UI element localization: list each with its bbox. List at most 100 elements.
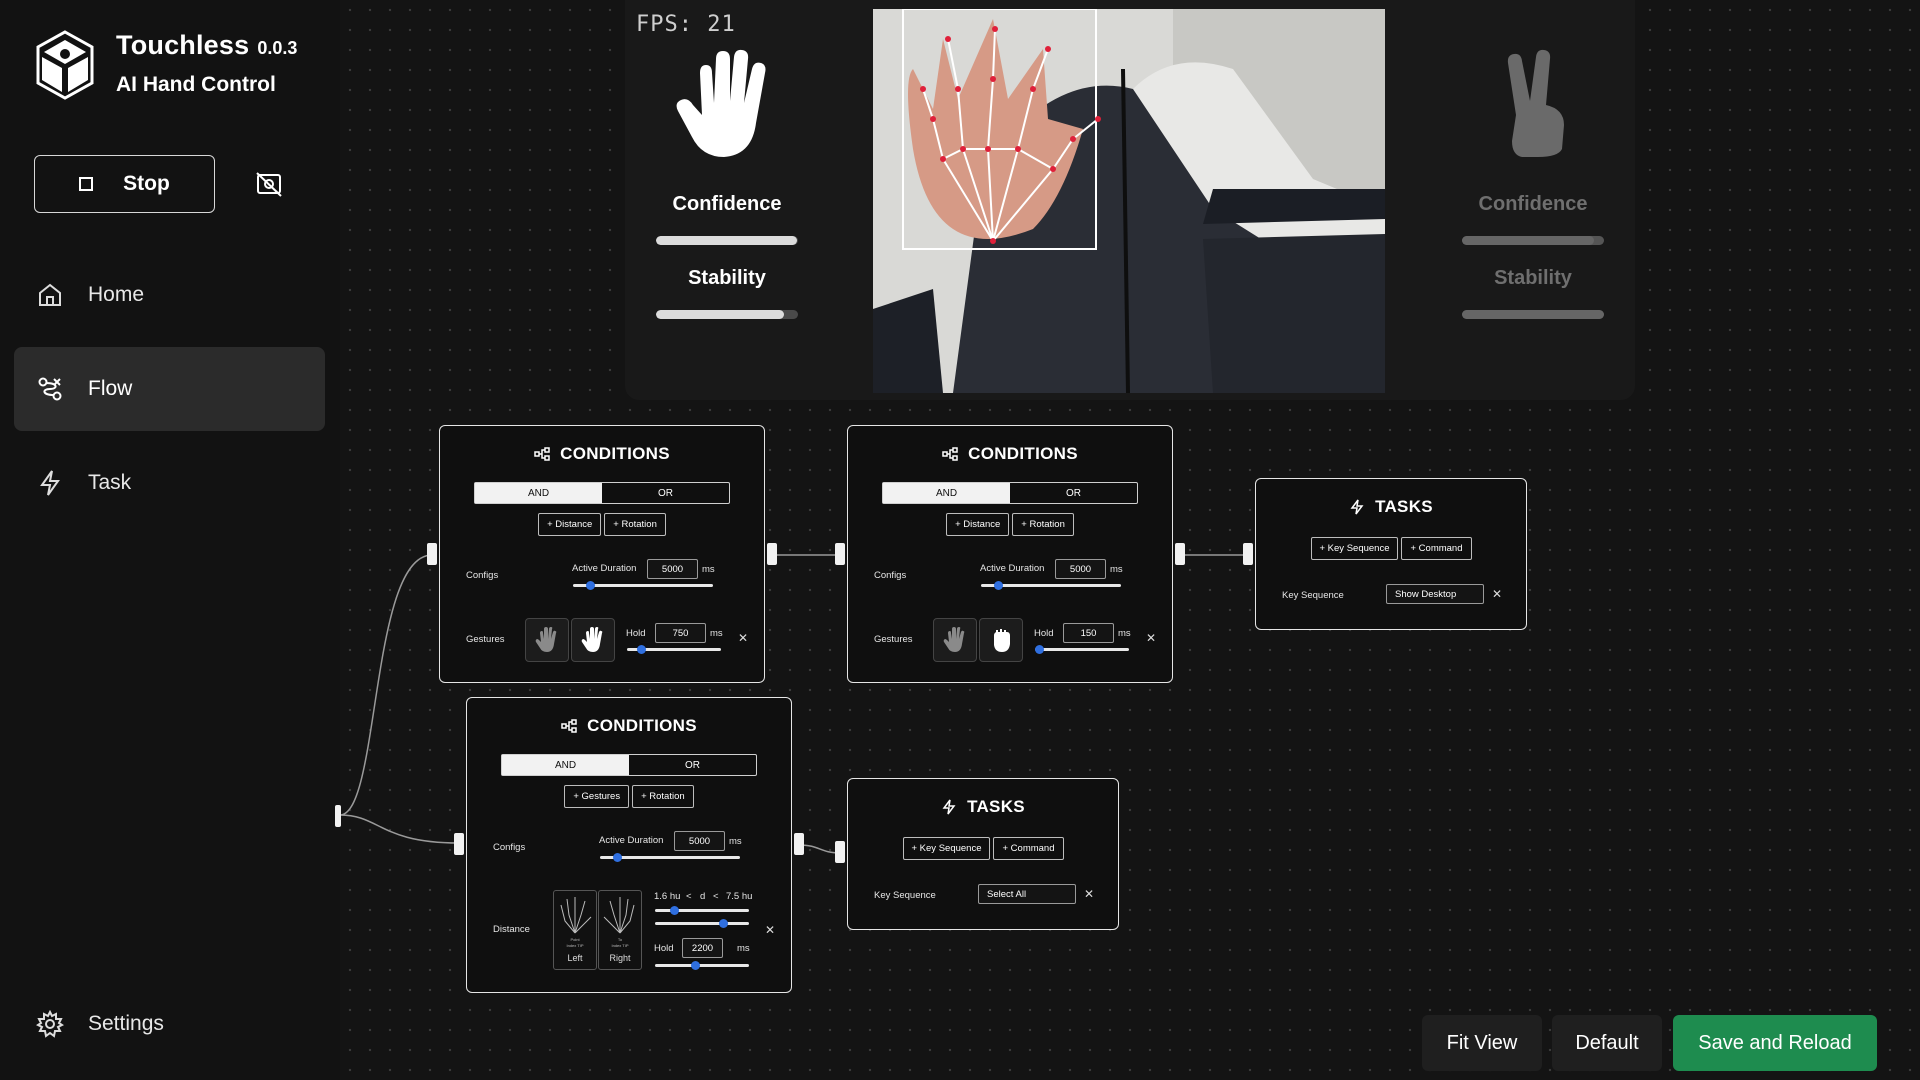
add-gestures-button[interactable]: + Gestures (564, 785, 630, 808)
and-option[interactable]: AND (502, 755, 629, 775)
point-top-label: Point (570, 937, 580, 942)
slider-knob[interactable] (691, 961, 701, 970)
flow-source-port[interactable] (335, 805, 341, 827)
point-top-label: To (617, 937, 623, 942)
range-lt: < (713, 891, 719, 902)
conditions-node-3[interactable]: CONDITIONS AND OR + Gestures + Rotation … (466, 697, 792, 993)
slider-knob[interactable] (669, 906, 679, 915)
slider-knob[interactable] (637, 645, 647, 654)
gear-icon (36, 1010, 64, 1038)
conditions-node-2[interactable]: CONDITIONS AND OR + Distance + Rotation … (847, 425, 1173, 683)
gesture-slot-left[interactable] (525, 618, 569, 662)
and-option[interactable]: AND (475, 483, 602, 503)
cond1-input-port[interactable] (427, 543, 437, 565)
slider-knob[interactable] (585, 581, 595, 590)
cond2-output-port[interactable] (1175, 543, 1185, 565)
conditions-node-1[interactable]: CONDITIONS AND OR + Distance + Rotation … (439, 425, 765, 683)
tasks-node-2[interactable]: TASKS + Key Sequence + Command Key Seque… (847, 778, 1119, 930)
logic-toggle[interactable]: AND OR (501, 754, 757, 776)
active-duration-input[interactable]: 5000 (647, 559, 698, 579)
task1-input-port[interactable] (1243, 543, 1253, 565)
active-duration-input[interactable]: 5000 (674, 831, 725, 851)
right-hand-gesture: Confidence Stability (1453, 45, 1613, 319)
active-duration-slider[interactable] (981, 581, 1121, 590)
right-caption: Right (609, 953, 631, 963)
branch-icon (942, 447, 958, 461)
camera-feed (873, 9, 1385, 393)
active-duration-slider[interactable] (600, 853, 740, 862)
add-key-sequence-button[interactable]: + Key Sequence (902, 837, 991, 860)
remove-gesture-button[interactable]: ✕ (738, 631, 748, 645)
flow-icon (38, 377, 62, 401)
range-min-slider[interactable] (655, 906, 749, 915)
stop-button[interactable]: Stop (34, 155, 215, 213)
nav-item-task[interactable]: Task (14, 441, 325, 525)
nav-item-settings[interactable]: Settings (14, 982, 325, 1066)
hold-input[interactable]: 150 (1063, 623, 1114, 643)
task2-input-port[interactable] (835, 841, 845, 863)
add-distance-button[interactable]: + Distance (538, 513, 602, 536)
open-palm-icon (943, 627, 965, 652)
stop-icon (79, 177, 94, 191)
hold-slider[interactable] (627, 645, 721, 654)
left-stability-bar (656, 310, 798, 319)
remove-task-button[interactable]: ✕ (1492, 587, 1502, 601)
logic-toggle[interactable]: AND OR (882, 482, 1138, 504)
left-caption: Left (567, 953, 583, 963)
cond1-output-port[interactable] (767, 543, 777, 565)
right-confidence-label: Confidence (1478, 193, 1588, 215)
active-duration-slider[interactable] (573, 581, 713, 590)
logic-toggle[interactable]: AND OR (474, 482, 730, 504)
add-distance-button[interactable]: + Distance (946, 513, 1010, 536)
or-option[interactable]: OR (1010, 483, 1137, 503)
nav-item-home[interactable]: Home (14, 253, 325, 337)
slider-knob[interactable] (718, 919, 728, 928)
add-key-sequence-button[interactable]: + Key Sequence (1310, 537, 1399, 560)
hold-input[interactable]: 2200 (682, 938, 723, 958)
active-duration-input[interactable]: 5000 (1055, 559, 1106, 579)
tasks-node-1[interactable]: TASKS + Key Sequence + Command Key Seque… (1255, 478, 1527, 630)
hold-slider[interactable] (1034, 645, 1129, 654)
add-command-button[interactable]: + Command (1401, 537, 1472, 560)
remove-distance-button[interactable]: ✕ (765, 923, 775, 937)
default-button[interactable]: Default (1552, 1015, 1662, 1071)
range-max-slider[interactable] (655, 919, 749, 928)
cond3-output-port[interactable] (794, 833, 804, 855)
save-and-reload-button[interactable]: Save and Reload (1673, 1015, 1877, 1071)
cond3-input-port[interactable] (454, 833, 464, 855)
nav-item-flow[interactable]: Flow (14, 347, 325, 431)
or-option[interactable]: OR (602, 483, 729, 503)
camera-off-icon[interactable] (255, 170, 283, 198)
key-sequence-input[interactable]: Select All (978, 884, 1076, 904)
add-rotation-button[interactable]: + Rotation (604, 513, 666, 536)
distance-point-left[interactable]: Point Index TIP Left (553, 890, 597, 970)
remove-gesture-button[interactable]: ✕ (1146, 631, 1156, 645)
tasks-title: TASKS (1256, 497, 1526, 517)
gesture-slot-left[interactable] (933, 618, 977, 662)
remove-task-button[interactable]: ✕ (1084, 887, 1094, 901)
key-sequence-label: Key Sequence (1282, 590, 1344, 601)
or-option[interactable]: OR (629, 755, 756, 775)
hold-input[interactable]: 750 (655, 623, 706, 643)
slider-knob[interactable] (612, 853, 622, 862)
hold-label: Hold (626, 628, 646, 639)
add-rotation-button[interactable]: + Rotation (1012, 513, 1074, 536)
add-command-button[interactable]: + Command (993, 837, 1064, 860)
distance-point-right[interactable]: To Index TIP Right (598, 890, 642, 970)
gesture-slot-right[interactable] (979, 618, 1023, 662)
open-palm-icon (535, 627, 557, 652)
fit-view-button[interactable]: Fit View (1422, 1015, 1542, 1071)
active-duration-label: Active Duration (980, 563, 1045, 574)
slider-knob[interactable] (993, 581, 1003, 590)
bolt-icon (1350, 499, 1364, 515)
cond2-input-port[interactable] (835, 543, 845, 565)
key-sequence-input[interactable]: Show Desktop (1386, 584, 1484, 604)
configs-label: Configs (466, 570, 499, 581)
left-stability-label: Stability (688, 267, 766, 289)
slider-knob[interactable] (1034, 645, 1044, 654)
open-palm-icon (676, 49, 766, 158)
and-option[interactable]: AND (883, 483, 1010, 503)
hold-slider[interactable] (655, 961, 749, 970)
gesture-slot-right[interactable] (571, 618, 615, 662)
add-rotation-button[interactable]: + Rotation (632, 785, 694, 808)
